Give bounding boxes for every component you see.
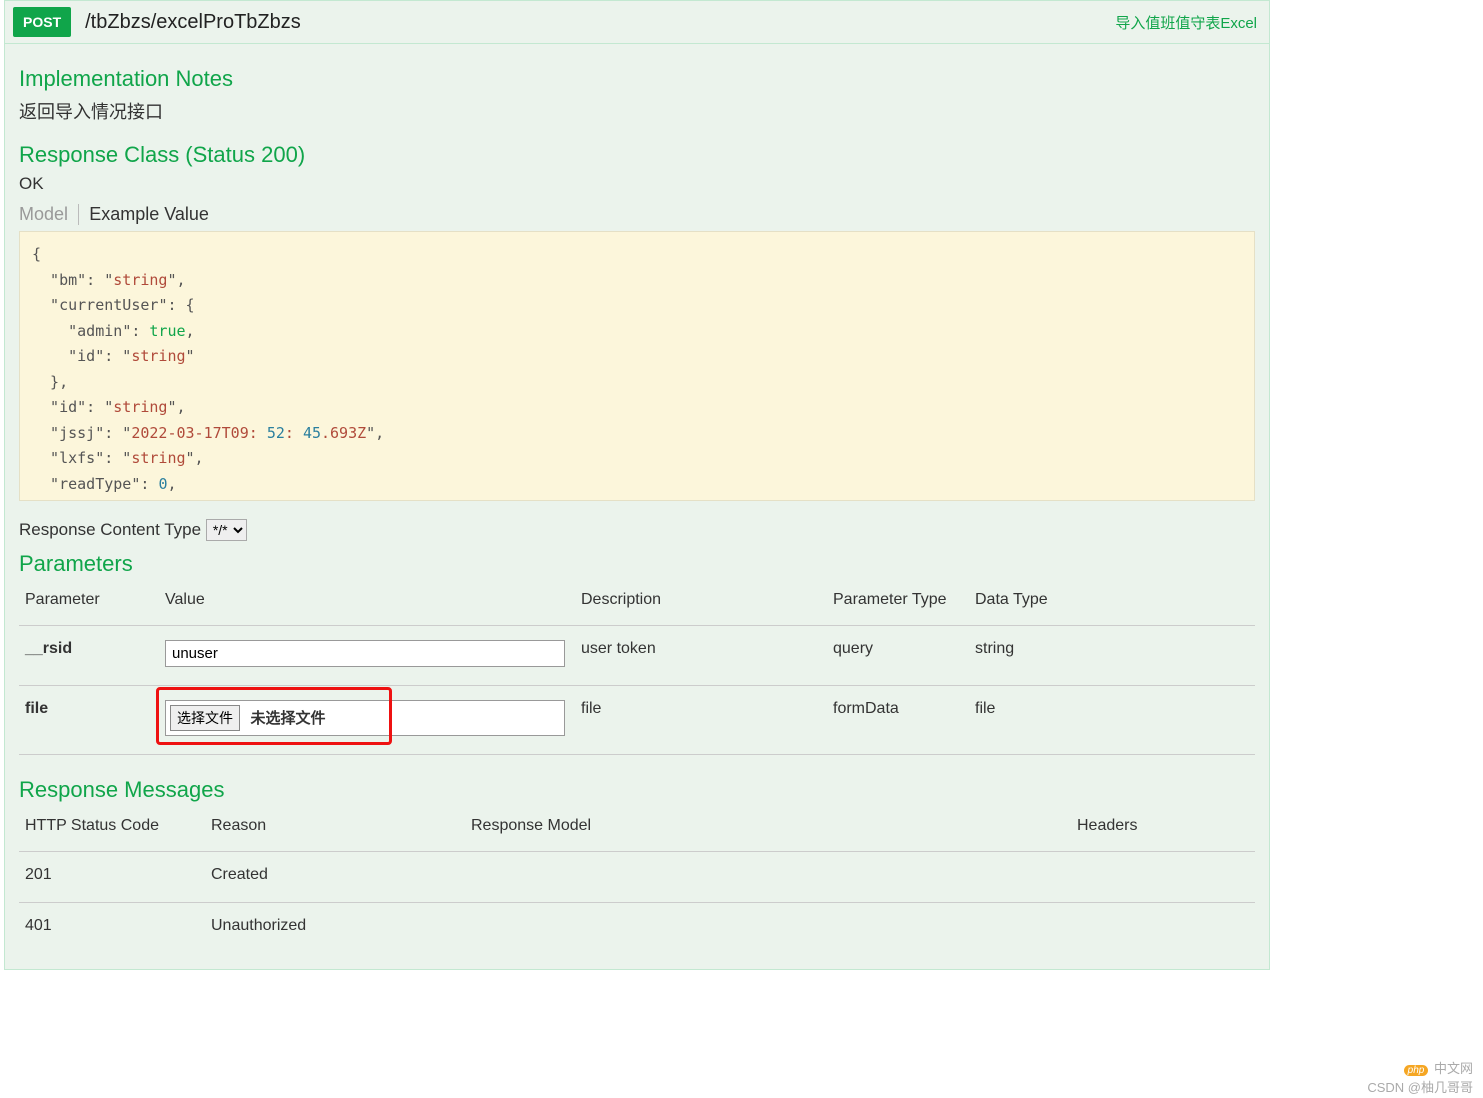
responses-col-reason: Reason [205, 809, 465, 852]
response-class-status: OK [19, 174, 1255, 194]
php-badge-icon: php [1404, 1065, 1429, 1076]
watermark: php 中文网 CSDN @柚几哥哥 [1367, 1058, 1473, 1096]
tab-example-value[interactable]: Example Value [89, 204, 215, 225]
operation-panel: POST /tbZbzs/excelProTbZbzs 导入值班值守表Excel… [4, 0, 1270, 970]
parameter-description: file [575, 686, 827, 755]
responses-col-headers: Headers [1071, 809, 1255, 852]
operation-header[interactable]: POST /tbZbzs/excelProTbZbzs 导入值班值守表Excel [5, 1, 1269, 44]
parameter-datatype: file [969, 686, 1255, 755]
parameter-datatype: string [969, 626, 1255, 686]
http-method-badge: POST [13, 7, 71, 37]
response-model [465, 903, 1071, 954]
response-content-type-row: Response Content Type */* [19, 519, 1255, 541]
choose-file-button[interactable]: 选择文件 [170, 705, 240, 731]
response-content-type-label: Response Content Type [19, 520, 201, 539]
tab-model[interactable]: Model [19, 204, 79, 225]
parameter-name: file [19, 686, 159, 755]
parameter-name: __rsid [19, 626, 159, 686]
parameters-col-description: Description [575, 583, 827, 626]
parameters-table: Parameter Value Description Parameter Ty… [19, 583, 1255, 755]
parameters-col-paramtype: Parameter Type [827, 583, 969, 626]
response-content-type-select[interactable]: */* [206, 519, 247, 541]
parameter-type: query [827, 626, 969, 686]
parameters-col-datatype: Data Type [969, 583, 1255, 626]
parameter-row-rsid: __rsid user token query string [19, 626, 1255, 686]
response-model [465, 852, 1071, 903]
implementation-notes-text: 返回导入情况接口 [19, 98, 1255, 124]
response-row-201: 201 Created [19, 852, 1255, 903]
operation-summary-link[interactable]: 导入值班值守表Excel [1115, 12, 1257, 33]
response-headers [1071, 903, 1255, 954]
response-headers [1071, 852, 1255, 903]
implementation-notes-title: Implementation Notes [19, 66, 1255, 92]
response-messages-title: Response Messages [19, 777, 1255, 803]
response-reason: Unauthorized [205, 903, 465, 954]
response-reason: Created [205, 852, 465, 903]
response-class-title: Response Class (Status 200) [19, 142, 1255, 168]
parameters-title: Parameters [19, 551, 1255, 577]
response-tabs: Model Example Value [19, 204, 1255, 225]
csdn-watermark-text: CSDN @柚几哥哥 [1367, 1077, 1473, 1096]
response-code: 201 [19, 852, 205, 903]
parameter-description: user token [575, 626, 827, 686]
php-watermark-text: 中文网 [1434, 1061, 1473, 1076]
response-row-401: 401 Unauthorized [19, 903, 1255, 954]
operation-body: Implementation Notes 返回导入情况接口 Response C… [5, 44, 1269, 969]
responses-col-code: HTTP Status Code [19, 809, 205, 852]
endpoint-path[interactable]: /tbZbzs/excelProTbZbzs [71, 11, 1115, 34]
parameter-value-cell: 选择文件 未选择文件 [159, 686, 575, 755]
parameter-row-file: file 选择文件 未选择文件 file formData file [19, 686, 1255, 755]
parameter-type: formData [827, 686, 969, 755]
parameter-value-cell [159, 626, 575, 686]
parameter-value-input[interactable] [165, 640, 565, 667]
file-input-wrapper[interactable]: 选择文件 未选择文件 [165, 700, 565, 736]
parameters-col-parameter: Parameter [19, 583, 159, 626]
response-messages-table: HTTP Status Code Reason Response Model H… [19, 809, 1255, 953]
file-status-text: 未选择文件 [250, 710, 325, 727]
parameters-col-value: Value [159, 583, 575, 626]
responses-col-model: Response Model [465, 809, 1071, 852]
response-code: 401 [19, 903, 205, 954]
example-value-box[interactable]: { "bm": "string", "currentUser": { "admi… [19, 231, 1255, 501]
